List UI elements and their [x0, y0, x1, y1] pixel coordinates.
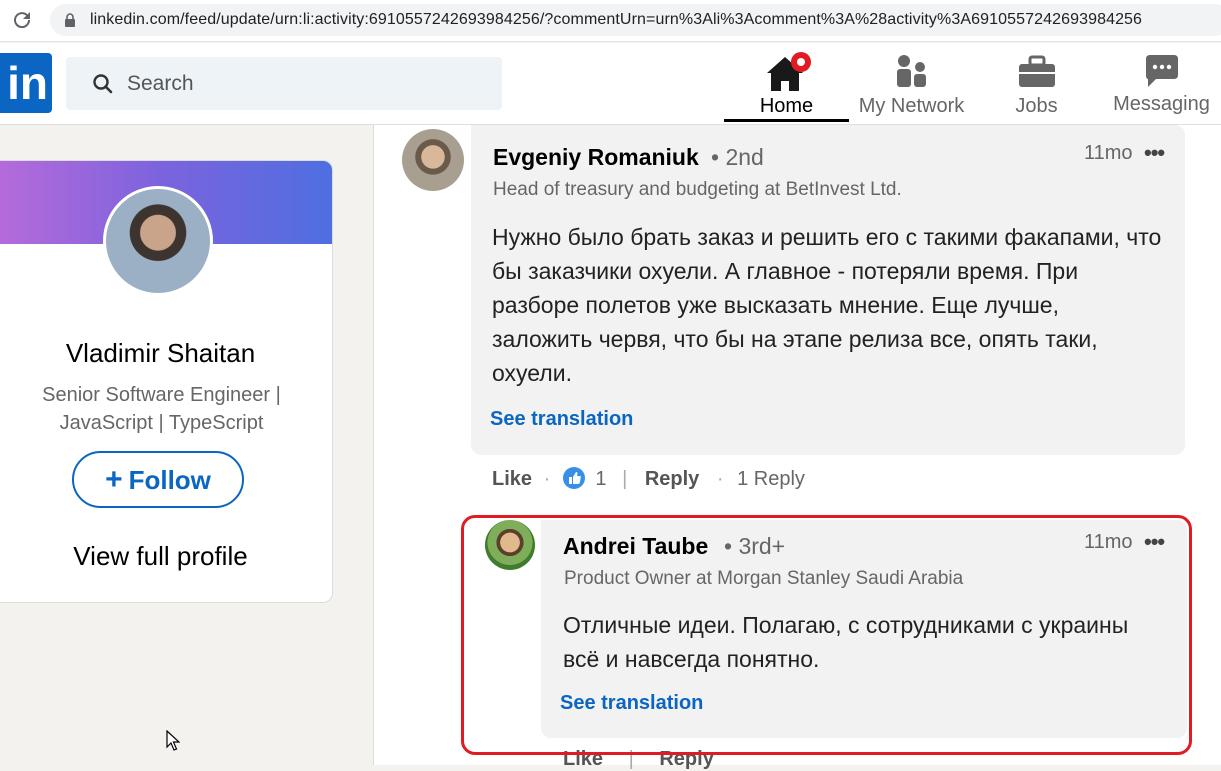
- see-translation-link[interactable]: See translation: [490, 408, 633, 431]
- top-navigation: in Search Home My Network Jobs Messaging: [0, 43, 1221, 125]
- chat-bubble-icon: [1145, 55, 1178, 87]
- reload-icon[interactable]: [10, 8, 34, 32]
- highlight-frame: [461, 515, 1192, 755]
- address-bar[interactable]: linkedin.com/feed/update/urn:li:activity…: [50, 4, 1221, 36]
- comment-time: 11mo: [1084, 142, 1133, 164]
- nav-home-label: Home: [759, 95, 814, 117]
- profile-headline: Senior Software Engineer | JavaScript | …: [42, 384, 281, 434]
- comment-author-headline: Head of treasury and budgeting at BetInv…: [493, 179, 902, 200]
- nav-home[interactable]: Home: [724, 43, 849, 125]
- comment-text: Нужно было брать заказ и решить его с та…: [492, 224, 1162, 386]
- separator: |: [622, 468, 628, 490]
- nav-my-network-label: My Network: [858, 95, 965, 117]
- profile-card: Vladimir Shaitan Senior Software Enginee…: [0, 160, 333, 603]
- follow-button[interactable]: + Follow: [72, 451, 244, 508]
- view-full-profile-link[interactable]: View full profile: [0, 541, 332, 572]
- more-options-icon[interactable]: •••: [1144, 140, 1165, 166]
- briefcase-icon: [1018, 55, 1055, 87]
- separator-dot: ·: [543, 468, 551, 490]
- linkedin-logo[interactable]: in: [0, 53, 52, 113]
- nav-messaging-label: Messaging: [1113, 93, 1210, 115]
- search-placeholder: Search: [127, 72, 194, 95]
- lock-icon: [65, 13, 75, 27]
- avatar[interactable]: [402, 129, 464, 191]
- like-button[interactable]: Like: [492, 468, 532, 490]
- connection-degree: • 2nd: [711, 144, 764, 170]
- reply-button[interactable]: Reply: [645, 468, 699, 490]
- plus-icon: +: [105, 463, 123, 496]
- url-text: linkedin.com/feed/update/urn:li:activity…: [90, 11, 1143, 28]
- search-input[interactable]: Search: [66, 57, 502, 110]
- reaction-count[interactable]: 1: [595, 468, 606, 490]
- home-icon: [766, 52, 811, 91]
- nav-messaging[interactable]: Messaging: [1099, 43, 1221, 125]
- active-tab-indicator: [724, 119, 849, 122]
- mouse-cursor-icon: [166, 730, 180, 751]
- separator-dot: ·: [716, 468, 724, 490]
- nav-jobs[interactable]: Jobs: [974, 43, 1099, 125]
- avatar[interactable]: [103, 186, 213, 296]
- comment-author[interactable]: Evgeniy Romaniuk: [493, 144, 699, 171]
- nav-jobs-label: Jobs: [1015, 95, 1058, 117]
- profile-name[interactable]: Vladimir Shaitan: [0, 338, 332, 369]
- replies-count-link[interactable]: 1 Reply: [737, 468, 805, 490]
- people-icon: [896, 55, 926, 87]
- like-reaction-icon: [562, 467, 585, 489]
- browser-toolbar: linkedin.com/feed/update/urn:li:activity…: [0, 0, 1221, 42]
- comment-actions: Like · 1 | Reply · 1 Reply: [492, 466, 805, 491]
- follow-label: Follow: [128, 465, 211, 495]
- nav-my-network[interactable]: My Network: [849, 43, 974, 125]
- search-icon: [93, 74, 113, 94]
